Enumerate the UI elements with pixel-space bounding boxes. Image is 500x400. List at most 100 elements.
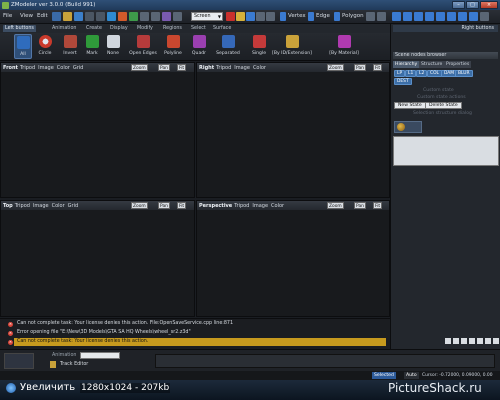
tool-n-icon[interactable] xyxy=(414,12,423,21)
tool-p-icon[interactable] xyxy=(436,12,445,21)
panel-tool-icon[interactable] xyxy=(445,338,451,344)
viewport-top[interactable]: Top Tripod Image Color Grid Zoom Pan Fit xyxy=(0,200,195,317)
auto-button[interactable]: Auto xyxy=(404,372,419,379)
tab-structure[interactable]: Structure xyxy=(419,61,445,68)
tool-open-edges[interactable]: Open Edges xyxy=(127,34,159,59)
viewport-menu-color[interactable]: Color xyxy=(271,203,284,209)
panel-tool-icon[interactable] xyxy=(453,338,459,344)
polygon-mode-icon[interactable] xyxy=(334,12,340,21)
redo-icon[interactable] xyxy=(96,12,105,21)
vertex-mode-label[interactable]: Vertex xyxy=(288,13,306,19)
undo-icon[interactable] xyxy=(85,12,94,21)
lod-chip-lp[interactable]: LP xyxy=(394,70,406,77)
timeline-track[interactable] xyxy=(155,354,495,368)
panel-tool-icon[interactable] xyxy=(477,338,483,344)
tool-none[interactable]: None xyxy=(104,34,122,59)
pan-button[interactable]: Pan xyxy=(354,64,366,71)
right-buttons-header[interactable]: Right buttons xyxy=(393,25,498,32)
tab-regions[interactable]: Regions xyxy=(161,25,184,32)
animation-select[interactable] xyxy=(80,352,120,359)
tool-f-icon[interactable] xyxy=(162,12,171,21)
tool-separated[interactable]: Separated xyxy=(213,34,243,59)
tab-select[interactable]: Select xyxy=(189,25,208,32)
fit-button[interactable]: Fit xyxy=(373,202,383,209)
new-icon[interactable] xyxy=(52,12,61,21)
selection-mode-select[interactable]: Screen ▼ xyxy=(191,12,223,21)
tool-single[interactable]: Single xyxy=(249,34,269,59)
tab-left-buttons[interactable]: Left buttons xyxy=(3,25,36,32)
zoom-button[interactable]: Zoom xyxy=(327,202,344,209)
tool-by-material[interactable]: [By Material] xyxy=(322,34,366,59)
fit-button[interactable]: Fit xyxy=(177,64,187,71)
fit-button[interactable]: Fit xyxy=(373,64,383,71)
zoom-button[interactable]: Zoom xyxy=(131,202,148,209)
tool-r-icon[interactable] xyxy=(458,12,467,21)
edge-mode-label[interactable]: Edge xyxy=(316,13,330,19)
viewport-menu-color[interactable]: Color xyxy=(52,203,65,209)
tool-t-icon[interactable] xyxy=(480,12,489,21)
tab-modify[interactable]: Modify xyxy=(135,25,155,32)
polygon-mode-label[interactable]: Polygon xyxy=(342,13,364,19)
track-editor-label[interactable]: Track Editor xyxy=(60,362,88,367)
menu-view[interactable]: View xyxy=(20,13,33,19)
tool-o-icon[interactable] xyxy=(425,12,434,21)
vertex-mode-icon[interactable] xyxy=(280,12,286,21)
tool-mark[interactable]: Mark xyxy=(83,34,101,59)
viewport-menu-image[interactable]: Image xyxy=(33,203,49,209)
viewport-menu-image[interactable]: Image xyxy=(252,203,268,209)
viewport-menu-tripod[interactable]: Tripod xyxy=(216,65,231,71)
panel-tool-icon[interactable] xyxy=(469,338,475,344)
tool-by-id[interactable]: [By ID/Extension] xyxy=(272,34,312,59)
viewport-menu-grid[interactable]: Grid xyxy=(68,203,79,209)
tool-i-icon[interactable] xyxy=(266,12,275,21)
zoom-button[interactable]: Zoom xyxy=(131,64,148,71)
lod-chip-l1[interactable]: L1 xyxy=(405,70,417,77)
viewport-menu-tripod[interactable]: Tripod xyxy=(20,65,35,71)
lod-chip-blur[interactable]: BLUR xyxy=(455,70,473,77)
viewport-menu-image[interactable]: Image xyxy=(38,65,54,71)
tool-m-icon[interactable] xyxy=(403,12,412,21)
viewport-right[interactable]: Right Tripod Image Color Zoom Pan Fit xyxy=(196,62,390,198)
tool-h-icon[interactable] xyxy=(256,12,265,21)
tool-e-icon[interactable] xyxy=(151,12,160,21)
tool-b-icon[interactable] xyxy=(118,12,127,21)
tab-create[interactable]: Create xyxy=(84,25,104,32)
new-state-button[interactable]: New State xyxy=(394,102,426,109)
tab-hierarchy[interactable]: Hierarchy xyxy=(393,61,420,68)
viewport-front[interactable]: Front Tripod Image Color Grid Zoom Pan F… xyxy=(0,62,195,198)
tool-invert[interactable]: Invert xyxy=(60,34,80,59)
tool-g-icon[interactable] xyxy=(173,12,182,21)
pan-button[interactable]: Pan xyxy=(158,202,170,209)
tab-properties[interactable]: Properties xyxy=(444,61,472,68)
fit-button[interactable]: Fit xyxy=(177,202,187,209)
viewport-menu-color[interactable]: Color xyxy=(57,65,70,71)
tool-k-icon[interactable] xyxy=(377,12,386,21)
lock-icon[interactable] xyxy=(226,12,235,21)
snap-icon[interactable] xyxy=(236,12,245,21)
panel-tool-icon[interactable] xyxy=(493,338,499,344)
tool-s-icon[interactable] xyxy=(469,12,478,21)
axis-icon[interactable] xyxy=(246,12,255,21)
pan-button[interactable]: Pan xyxy=(354,202,366,209)
viewport-perspective[interactable]: Perspective Tripod Image Color Zoom Pan … xyxy=(196,200,390,317)
tool-c-icon[interactable] xyxy=(129,12,138,21)
zoom-button[interactable]: Zoom xyxy=(327,64,344,71)
scene-node-thumbnail[interactable] xyxy=(394,121,422,133)
lod-chip-col[interactable]: COL xyxy=(427,70,442,77)
tab-surface[interactable]: Surface xyxy=(211,25,233,32)
viewport-menu-tripod[interactable]: Tripod xyxy=(234,203,249,209)
selection-mode-badge[interactable]: Selected xyxy=(372,372,396,379)
maximize-button[interactable]: □ xyxy=(466,1,479,9)
viewport-menu-image[interactable]: Image xyxy=(234,65,250,71)
tab-display[interactable]: Display xyxy=(108,25,130,32)
tool-q-icon[interactable] xyxy=(447,12,456,21)
tool-quadr[interactable]: Quadr xyxy=(189,34,209,59)
tool-circle[interactable]: Circle xyxy=(36,34,54,59)
animation-preview-icon[interactable] xyxy=(4,353,34,369)
lod-chip-dest[interactable]: DEST xyxy=(394,78,412,85)
tool-a-icon[interactable] xyxy=(107,12,116,21)
tool-l-icon[interactable] xyxy=(392,12,401,21)
delete-state-button[interactable]: Delete State xyxy=(425,102,462,109)
menu-file[interactable]: File xyxy=(3,13,12,19)
minimize-button[interactable]: – xyxy=(452,1,465,9)
